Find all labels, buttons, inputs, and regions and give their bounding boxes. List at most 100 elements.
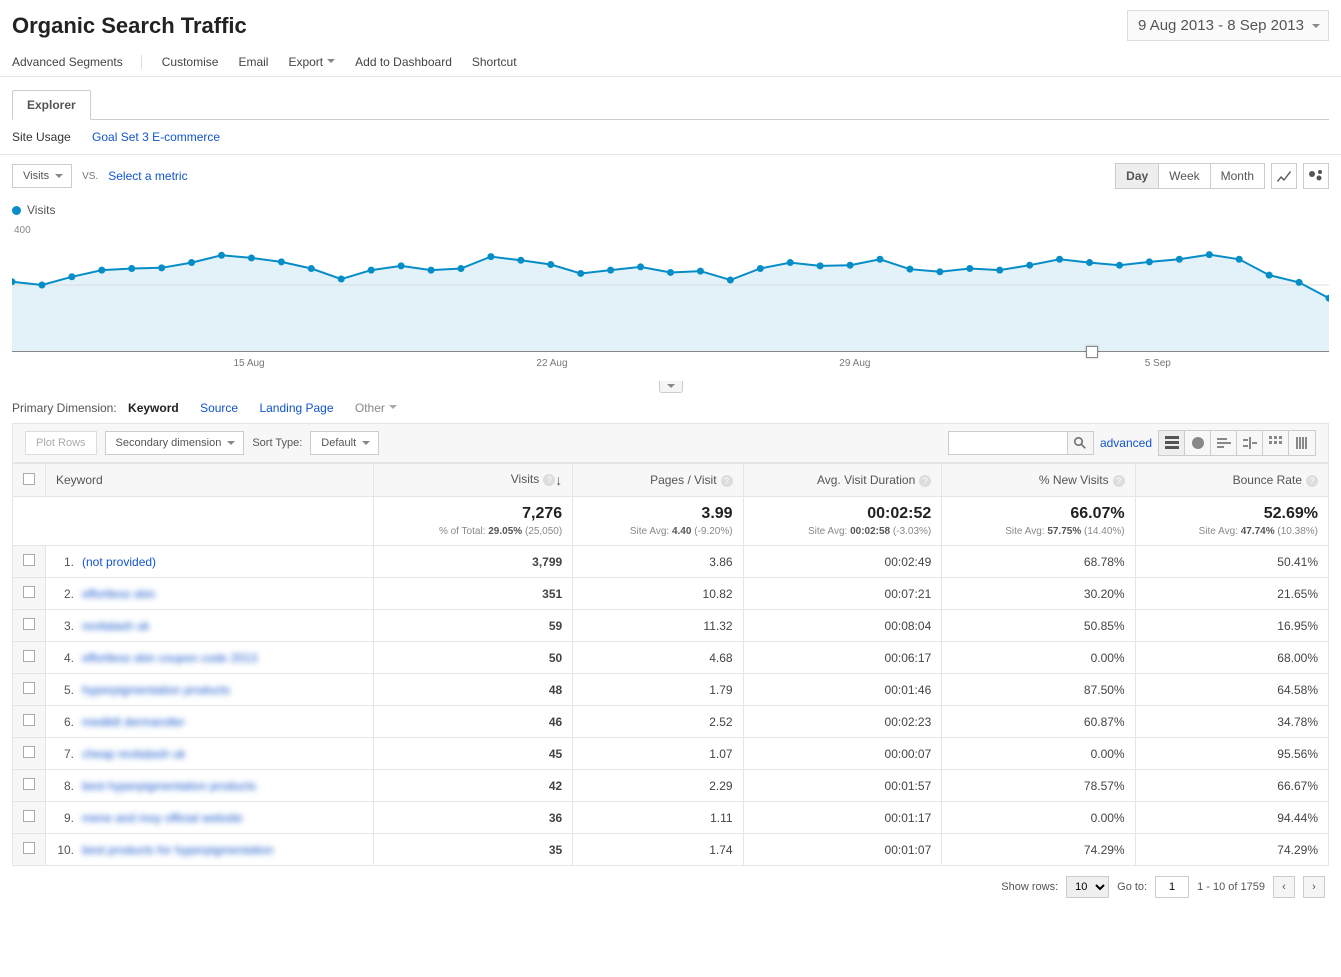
cell-bounce: 74.29% bbox=[1135, 834, 1328, 866]
sort-type-dropdown[interactable]: Default bbox=[310, 431, 379, 455]
sort-type-label: Sort Type: bbox=[252, 437, 302, 449]
table-row: 9.mene and moy official website361.1100:… bbox=[13, 802, 1329, 834]
row-index: 3. bbox=[56, 619, 74, 633]
chart-expand-handle[interactable] bbox=[659, 381, 683, 393]
subtab-ecommerce[interactable]: E-commerce bbox=[152, 130, 220, 144]
dim-landing-page[interactable]: Landing Page bbox=[259, 401, 333, 415]
row-checkbox[interactable] bbox=[23, 714, 35, 726]
secondary-dimension-dropdown[interactable]: Secondary dimension bbox=[105, 431, 245, 455]
add-to-dashboard-button[interactable]: Add to Dashboard bbox=[355, 55, 452, 69]
subtab-site-usage[interactable]: Site Usage bbox=[12, 130, 71, 144]
date-range-picker[interactable]: 9 Aug 2013 - 8 Sep 2013 bbox=[1127, 10, 1329, 41]
chart-x-axis: 15 Aug 22 Aug 29 Aug 5 Sep bbox=[12, 351, 1329, 379]
rows-per-page-select[interactable]: 10 bbox=[1066, 876, 1109, 898]
view-comparison-icon[interactable] bbox=[1237, 431, 1263, 455]
chart-slider-handle[interactable] bbox=[1086, 346, 1098, 358]
help-icon: ? bbox=[1113, 475, 1125, 487]
visits-chart[interactable]: 400 200 15 Aug 22 Aug 29 Aug 5 Sep bbox=[12, 219, 1329, 379]
col-bounce[interactable]: Bounce Rate? bbox=[1135, 464, 1328, 497]
keyword-link[interactable]: cheap revitalash uk bbox=[82, 747, 185, 761]
keyword-link[interactable]: effortless skin coupon code 2013 bbox=[82, 651, 257, 665]
row-checkbox[interactable] bbox=[23, 682, 35, 694]
cell-new-visits: 60.87% bbox=[942, 706, 1135, 738]
row-checkbox[interactable] bbox=[23, 778, 35, 790]
cell-duration: 00:00:07 bbox=[743, 738, 942, 770]
cell-duration: 00:01:17 bbox=[743, 802, 942, 834]
dim-keyword[interactable]: Keyword bbox=[128, 401, 179, 415]
row-checkbox[interactable] bbox=[23, 586, 35, 598]
email-button[interactable]: Email bbox=[238, 55, 268, 69]
cell-bounce: 66.67% bbox=[1135, 770, 1328, 802]
page-title: Organic Search Traffic bbox=[12, 13, 247, 39]
row-checkbox[interactable] bbox=[23, 810, 35, 822]
view-pivot-icon[interactable] bbox=[1263, 431, 1289, 455]
col-duration[interactable]: Avg. Visit Duration? bbox=[743, 464, 942, 497]
advanced-segments-button[interactable]: Advanced Segments bbox=[12, 55, 142, 69]
select-metric-link[interactable]: Select a metric bbox=[108, 169, 187, 183]
keyword-table: Keyword Visits?↓ Pages / Visit? Avg. Vis… bbox=[12, 463, 1329, 866]
cell-visits: 59 bbox=[374, 610, 573, 642]
view-table-icon[interactable] bbox=[1159, 431, 1185, 455]
keyword-link[interactable]: (not provided) bbox=[82, 555, 156, 569]
table-row: 6.medik8 dermaroller462.5200:02:2360.87%… bbox=[13, 706, 1329, 738]
cell-new-visits: 0.00% bbox=[942, 738, 1135, 770]
keyword-link[interactable]: effortless skin bbox=[82, 587, 155, 601]
primary-metric-dropdown[interactable]: Visits bbox=[12, 164, 72, 188]
export-button[interactable]: Export bbox=[288, 55, 335, 69]
search-icon[interactable] bbox=[1068, 431, 1094, 455]
cell-bounce: 21.65% bbox=[1135, 578, 1328, 610]
cell-duration: 00:02:49 bbox=[743, 546, 942, 578]
time-granularity-group: Day Week Month bbox=[1115, 163, 1265, 189]
row-index: 7. bbox=[56, 747, 74, 761]
x-tick: 5 Sep bbox=[1145, 358, 1171, 369]
motion-chart-icon[interactable] bbox=[1303, 163, 1329, 189]
keyword-link[interactable]: medik8 dermaroller bbox=[82, 715, 185, 729]
view-pie-icon[interactable] bbox=[1185, 431, 1211, 455]
summary-pages: 3.99Site Avg: 4.40 (-9.20%) bbox=[573, 497, 743, 546]
col-new-visits[interactable]: % New Visits? bbox=[942, 464, 1135, 497]
keyword-link[interactable]: mene and moy official website bbox=[82, 811, 243, 825]
customise-button[interactable]: Customise bbox=[162, 55, 219, 69]
summary-visits: 7,276% of Total: 29.05% (25,050) bbox=[374, 497, 573, 546]
goto-label: Go to: bbox=[1117, 881, 1147, 893]
row-index: 5. bbox=[56, 683, 74, 697]
row-checkbox[interactable] bbox=[23, 842, 35, 854]
plot-rows-button[interactable]: Plot Rows bbox=[25, 431, 97, 455]
dim-other-dropdown[interactable]: Other bbox=[355, 401, 397, 415]
table-search-input[interactable] bbox=[948, 431, 1068, 455]
col-pages[interactable]: Pages / Visit? bbox=[573, 464, 743, 497]
cell-pages: 4.68 bbox=[573, 642, 743, 674]
time-week-button[interactable]: Week bbox=[1159, 164, 1210, 188]
row-checkbox[interactable] bbox=[23, 554, 35, 566]
x-tick: 29 Aug bbox=[839, 358, 870, 369]
prev-page-button[interactable]: ‹ bbox=[1273, 876, 1295, 898]
tab-explorer[interactable]: Explorer bbox=[12, 90, 91, 120]
table-row: 8.best hyperpigmentation products422.290… bbox=[13, 770, 1329, 802]
subtab-goal-set[interactable]: Goal Set 3 bbox=[92, 130, 149, 144]
cell-visits: 351 bbox=[374, 578, 573, 610]
row-checkbox[interactable] bbox=[23, 746, 35, 758]
view-performance-icon[interactable] bbox=[1211, 431, 1237, 455]
chart-type-icon[interactable] bbox=[1271, 163, 1297, 189]
col-visits[interactable]: Visits?↓ bbox=[374, 464, 573, 497]
cell-pages: 10.82 bbox=[573, 578, 743, 610]
keyword-link[interactable]: hyperpigmentation products bbox=[82, 683, 230, 697]
view-cloud-icon[interactable] bbox=[1289, 431, 1315, 455]
keyword-link[interactable]: best hyperpigmentation products bbox=[82, 779, 256, 793]
time-month-button[interactable]: Month bbox=[1211, 164, 1264, 188]
table-row: 4.effortless skin coupon code 2013504.68… bbox=[13, 642, 1329, 674]
goto-page-input[interactable] bbox=[1155, 876, 1189, 898]
advanced-filter-link[interactable]: advanced bbox=[1100, 436, 1152, 450]
row-checkbox[interactable] bbox=[23, 650, 35, 662]
keyword-link[interactable]: best products for hyperpigmentation bbox=[82, 843, 273, 857]
col-keyword[interactable]: Keyword bbox=[46, 464, 374, 497]
row-checkbox[interactable] bbox=[23, 618, 35, 630]
cell-visits: 50 bbox=[374, 642, 573, 674]
time-day-button[interactable]: Day bbox=[1116, 164, 1159, 188]
next-page-button[interactable]: › bbox=[1303, 876, 1325, 898]
select-all-checkbox[interactable] bbox=[23, 473, 35, 485]
keyword-link[interactable]: revitalash uk bbox=[82, 619, 149, 633]
dim-source[interactable]: Source bbox=[200, 401, 238, 415]
table-row: 7.cheap revitalash uk451.0700:00:070.00%… bbox=[13, 738, 1329, 770]
shortcut-button[interactable]: Shortcut bbox=[472, 55, 517, 69]
